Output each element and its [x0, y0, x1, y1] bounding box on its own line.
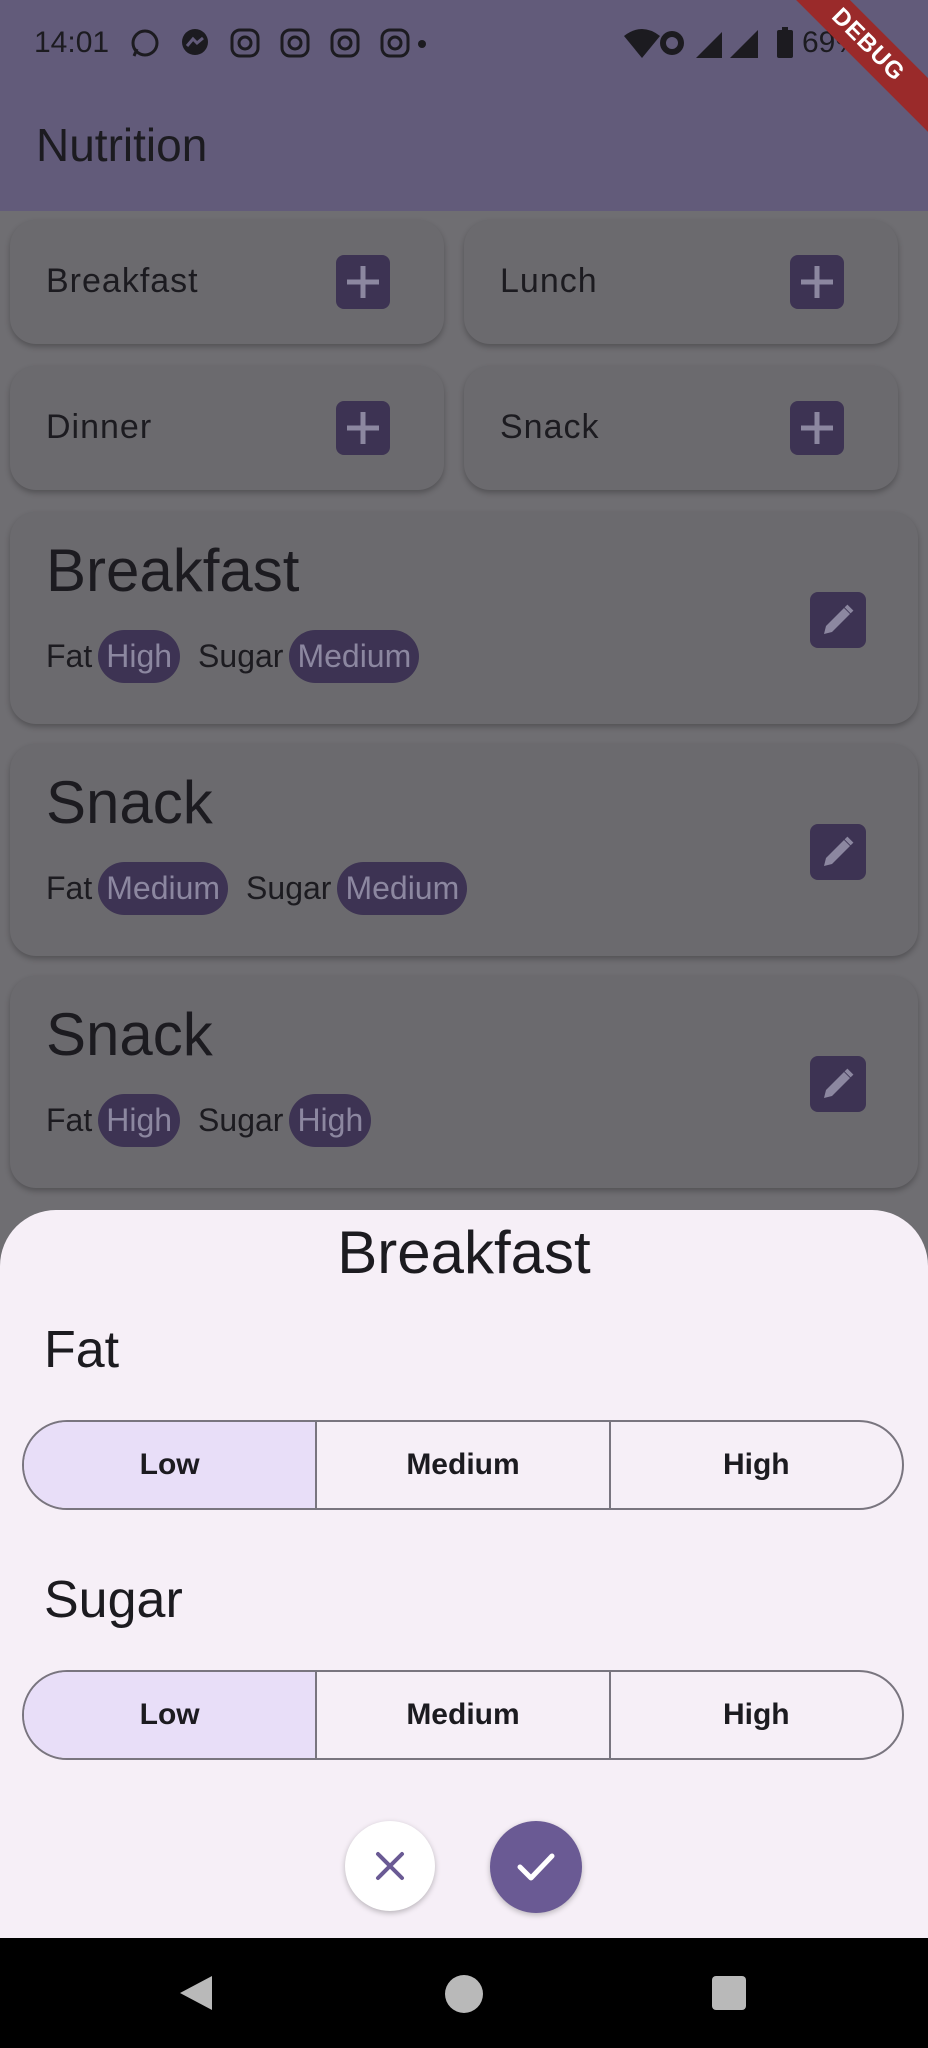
sugar-segmented-control: Low Medium High [22, 1670, 904, 1760]
instagram-icon [330, 28, 360, 58]
check-icon [517, 1853, 555, 1881]
add-breakfast-card[interactable]: Breakfast [10, 220, 444, 344]
status-bar: 14:01 69% [0, 0, 928, 90]
confirm-button[interactable] [490, 1821, 582, 1913]
add-dinner-card[interactable]: Dinner [10, 366, 444, 490]
sugar-label: Sugar [198, 638, 284, 674]
meal-name: Snack [46, 769, 213, 836]
add-snack-card[interactable]: Snack [464, 366, 898, 490]
add-lunch-card[interactable]: Lunch [464, 220, 898, 344]
instagram-icon [230, 28, 260, 58]
more-notifications-dot-icon [418, 40, 426, 48]
sugar-option-low[interactable]: Low [24, 1672, 316, 1758]
fat-label: Fat [46, 1102, 93, 1138]
fat-segmented-control: Low Medium High [22, 1420, 904, 1510]
close-icon [376, 1852, 404, 1880]
cancel-button[interactable] [345, 1821, 435, 1911]
sugar-option-high[interactable]: High [608, 1672, 902, 1758]
battery-icon [777, 27, 793, 58]
plus-icon[interactable] [336, 255, 390, 309]
fat-level-badge: Medium [98, 862, 229, 915]
page-title: Nutrition [36, 119, 208, 171]
meal-card[interactable]: Snack Fat Medium Sugar Medium [10, 744, 918, 956]
meal-tags: Fat Medium Sugar Medium [46, 862, 485, 915]
fat-label: Fat [46, 870, 93, 906]
sugar-level-badge: High [289, 1094, 372, 1147]
fat-option-high[interactable]: High [608, 1422, 902, 1508]
signal-icon [696, 30, 758, 58]
meal-tags: Fat High Sugar Medium [46, 630, 437, 683]
edit-icon[interactable] [810, 592, 866, 648]
status-time: 14:01 [34, 26, 110, 59]
back-icon[interactable] [176, 1972, 216, 2014]
meal-tags: Fat High Sugar High [46, 1094, 389, 1147]
sheet-title: Breakfast [337, 1219, 591, 1286]
plus-icon[interactable] [790, 401, 844, 455]
fat-section-label: Fat [44, 1321, 120, 1379]
edit-icon[interactable] [810, 824, 866, 880]
sugar-label: Sugar [198, 1102, 284, 1138]
fat-option-medium[interactable]: Medium [315, 1422, 608, 1508]
meal-name: Snack [46, 1001, 213, 1068]
sugar-level-badge: Medium [289, 630, 420, 683]
instagram-icon [380, 28, 410, 58]
add-card-label: Snack [500, 408, 600, 446]
sugar-section-label: Sugar [44, 1571, 183, 1629]
fat-option-low[interactable]: Low [24, 1422, 316, 1508]
wifi-icon [624, 29, 684, 58]
meal-card[interactable]: Snack Fat High Sugar High [10, 976, 918, 1188]
messenger-icon [182, 29, 208, 55]
sugar-label: Sugar [246, 870, 332, 906]
meal-name: Breakfast [46, 537, 300, 604]
fat-label: Fat [46, 638, 93, 674]
add-card-label: Breakfast [46, 262, 199, 300]
whatsapp-icon [131, 29, 159, 57]
meal-card[interactable]: Breakfast Fat High Sugar Medium [10, 512, 918, 724]
add-card-label: Dinner [46, 408, 153, 446]
fat-level-badge: High [98, 630, 181, 683]
plus-icon[interactable] [336, 401, 390, 455]
home-icon[interactable] [445, 1975, 483, 2013]
fat-level-badge: High [98, 1094, 181, 1147]
sugar-option-medium[interactable]: Medium [315, 1672, 608, 1758]
add-card-label: Lunch [500, 262, 598, 300]
plus-icon[interactable] [790, 255, 844, 309]
recents-icon[interactable] [712, 1976, 746, 2010]
sugar-level-badge: Medium [337, 862, 468, 915]
edit-icon[interactable] [810, 1056, 866, 1112]
instagram-icon [280, 28, 310, 58]
